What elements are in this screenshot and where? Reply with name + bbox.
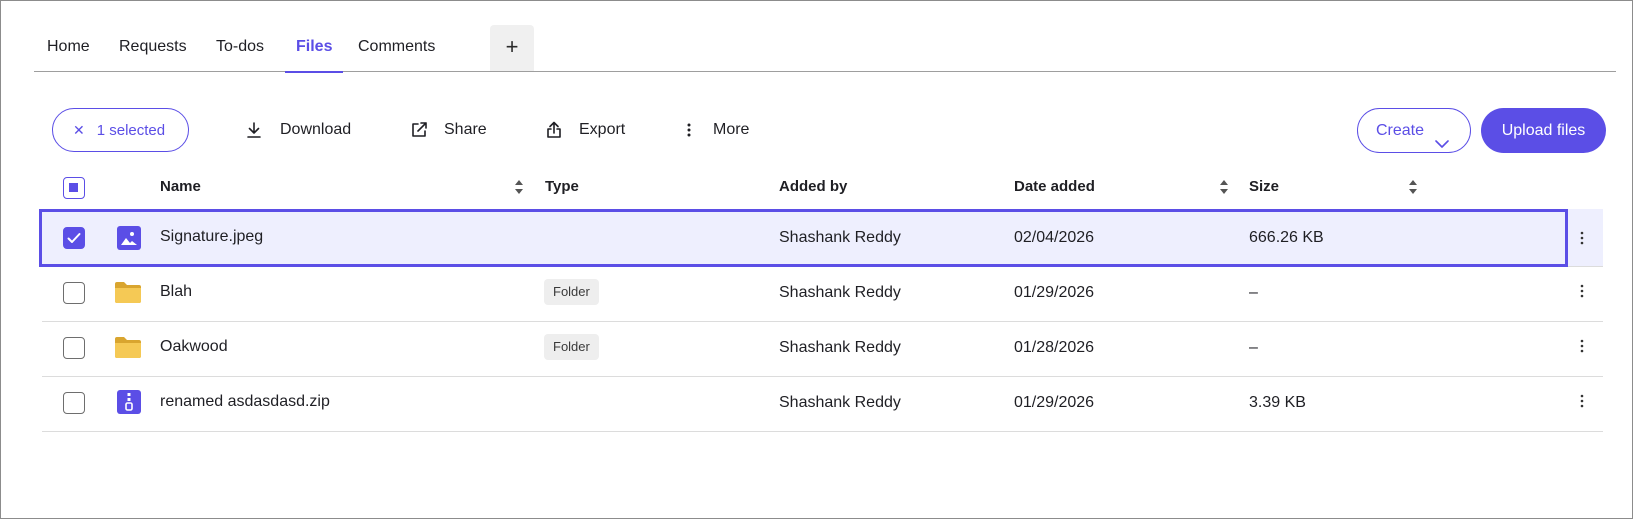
tab-files[interactable]: Files xyxy=(284,25,345,73)
zip-file-icon xyxy=(117,390,141,419)
row-checkbox[interactable] xyxy=(63,337,85,359)
column-header-type: Type xyxy=(545,178,579,195)
sort-size-icon[interactable] xyxy=(1408,177,1418,197)
row-checkbox[interactable] xyxy=(63,227,85,249)
column-header-size[interactable]: Size xyxy=(1249,175,1279,199)
share-icon xyxy=(410,121,428,139)
row-checkbox[interactable] xyxy=(63,392,85,414)
select-all-checkbox[interactable] xyxy=(63,177,85,199)
more-vertical-icon xyxy=(687,122,695,138)
file-size: 3.39 KB xyxy=(1249,394,1306,411)
added-by: Shashank Reddy xyxy=(779,339,901,356)
row-menu-icon[interactable] xyxy=(1574,228,1590,248)
file-name[interactable]: Signature.jpeg xyxy=(160,227,263,247)
date-added: 01/29/2026 xyxy=(1014,284,1095,301)
file-name[interactable]: Blah xyxy=(160,282,192,302)
tab-to-dos[interactable]: To-dos xyxy=(216,25,264,72)
column-header-date-added[interactable]: Date added xyxy=(1014,175,1095,199)
image-file-icon xyxy=(117,226,141,255)
date-added: 01/29/2026 xyxy=(1014,394,1095,411)
sort-date-icon[interactable] xyxy=(1219,177,1229,197)
date-added: 01/28/2026 xyxy=(1014,339,1095,356)
upload-files-button[interactable]: Upload files xyxy=(1481,108,1606,153)
file-name[interactable]: renamed asdasdasd.zip xyxy=(160,392,330,412)
type-badge: Folder xyxy=(544,279,599,305)
tab-home[interactable]: Home xyxy=(47,25,90,72)
create-button[interactable]: Create xyxy=(1357,108,1471,153)
files-page: Home Requests To-dos Files Comments + ✕ 1… xyxy=(0,0,1633,519)
file-size: – xyxy=(1249,339,1258,356)
tab-requests[interactable]: Requests xyxy=(119,25,187,72)
add-tab-button[interactable]: + xyxy=(490,25,534,71)
export-button[interactable]: Export xyxy=(545,108,625,152)
more-label: More xyxy=(713,121,750,138)
folder-icon xyxy=(114,280,142,309)
chevron-down-icon xyxy=(1435,124,1449,167)
tab-bar: Home Requests To-dos Files Comments + xyxy=(34,25,1616,73)
export-label: Export xyxy=(579,121,626,138)
clear-selection-button[interactable]: ✕ 1 selected xyxy=(52,108,189,152)
row-menu-icon[interactable] xyxy=(1574,391,1590,411)
row-menu-icon[interactable] xyxy=(1574,281,1590,301)
folder-icon xyxy=(114,335,142,364)
download-icon xyxy=(246,121,264,139)
tab-comments[interactable]: Comments xyxy=(358,25,435,72)
date-added: 02/04/2026 xyxy=(1014,229,1095,246)
file-size: – xyxy=(1249,284,1258,301)
added-by: Shashank Reddy xyxy=(779,229,901,246)
export-icon xyxy=(545,121,563,139)
added-by: Shashank Reddy xyxy=(779,394,901,411)
type-badge: Folder xyxy=(544,334,599,360)
file-name[interactable]: Oakwood xyxy=(160,337,228,357)
download-label: Download xyxy=(280,121,352,138)
column-header-added-by: Added by xyxy=(779,178,848,195)
download-button[interactable]: Download xyxy=(246,108,351,152)
create-label: Create xyxy=(1376,122,1425,139)
row-menu-icon[interactable] xyxy=(1574,336,1590,356)
row-checkbox[interactable] xyxy=(63,282,85,304)
column-header-name[interactable]: Name xyxy=(160,175,201,199)
share-label: Share xyxy=(444,121,487,138)
share-button[interactable]: Share xyxy=(410,108,487,152)
selected-count-label: 1 selected xyxy=(96,122,166,139)
sort-name-icon[interactable] xyxy=(514,177,524,197)
file-size: 666.26 KB xyxy=(1249,229,1324,246)
added-by: Shashank Reddy xyxy=(779,284,901,301)
more-button[interactable]: More xyxy=(687,108,749,152)
close-icon: ✕ xyxy=(73,122,85,138)
